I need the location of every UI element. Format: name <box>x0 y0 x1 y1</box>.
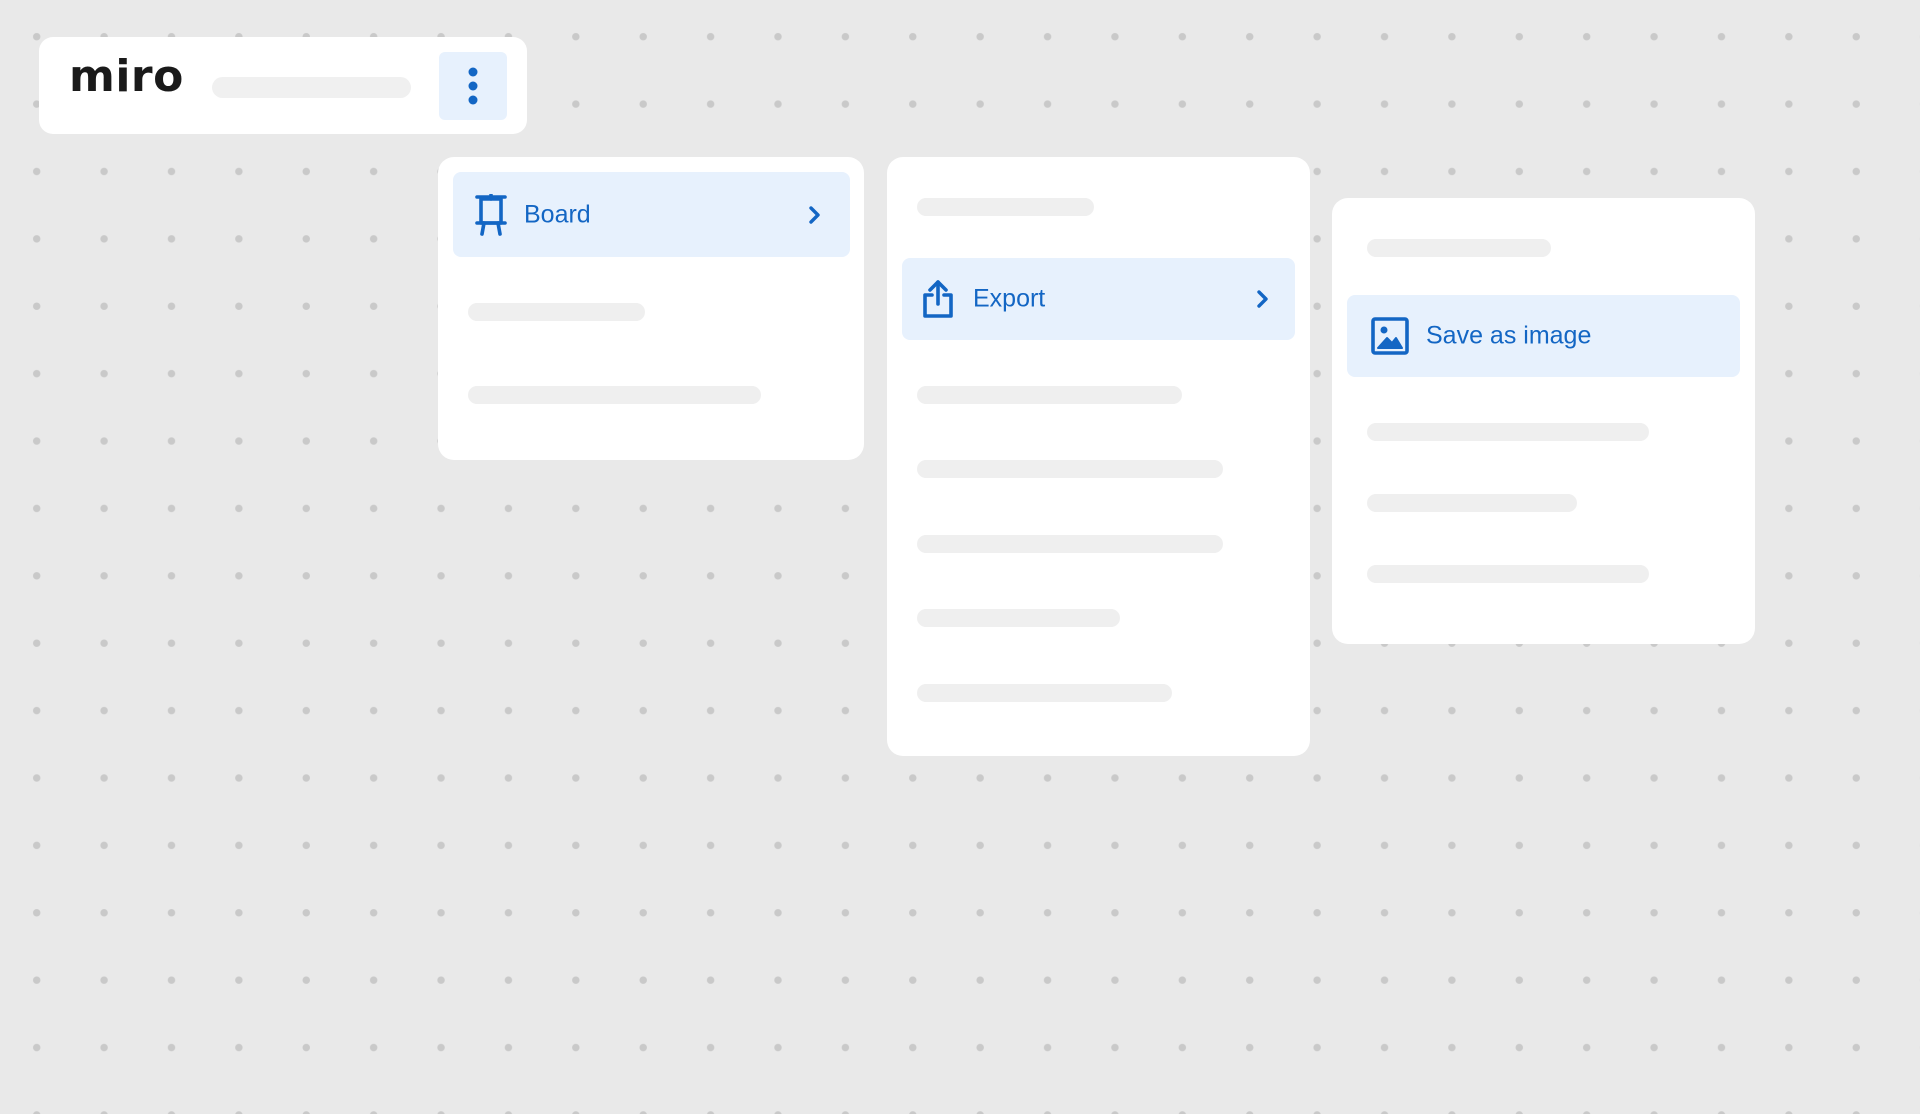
menu-item-placeholder <box>917 609 1120 627</box>
menu-item-placeholder <box>468 303 645 321</box>
menu-item-placeholder <box>917 535 1223 553</box>
share-export-icon <box>922 279 954 319</box>
board-submenu: Export <box>887 157 1310 756</box>
more-menu-button[interactable] <box>439 52 507 120</box>
chevron-right-icon <box>809 205 821 225</box>
chevron-right-icon <box>1257 289 1269 309</box>
image-icon <box>1371 317 1409 355</box>
board-name-placeholder <box>212 77 411 98</box>
vertical-ellipsis-icon <box>468 67 478 105</box>
board-toolbar: miro <box>39 37 527 134</box>
main-menu: Board <box>438 157 864 460</box>
menu-item-placeholder <box>1367 494 1577 512</box>
easel-board-icon <box>475 193 507 236</box>
miro-logo: miro <box>69 51 184 102</box>
bottom-edge <box>0 1114 1920 1119</box>
menu-item-placeholder <box>917 386 1182 404</box>
menu-item-placeholder <box>468 386 761 404</box>
menu-item-placeholder <box>917 198 1094 216</box>
export-submenu: Save as image <box>1332 198 1755 644</box>
menu-item-export[interactable]: Export <box>902 258 1295 340</box>
menu-item-placeholder <box>1367 239 1551 257</box>
menu-item-export-label: Export <box>973 284 1046 313</box>
menu-item-save-as-image-label: Save as image <box>1426 321 1592 350</box>
menu-item-placeholder <box>1367 565 1649 583</box>
menu-item-board[interactable]: Board <box>453 172 850 257</box>
menu-item-placeholder <box>917 460 1223 478</box>
menu-item-placeholder <box>1367 423 1649 441</box>
menu-item-placeholder <box>917 684 1172 702</box>
menu-item-board-label: Board <box>524 200 591 228</box>
menu-item-save-as-image[interactable]: Save as image <box>1347 295 1740 377</box>
